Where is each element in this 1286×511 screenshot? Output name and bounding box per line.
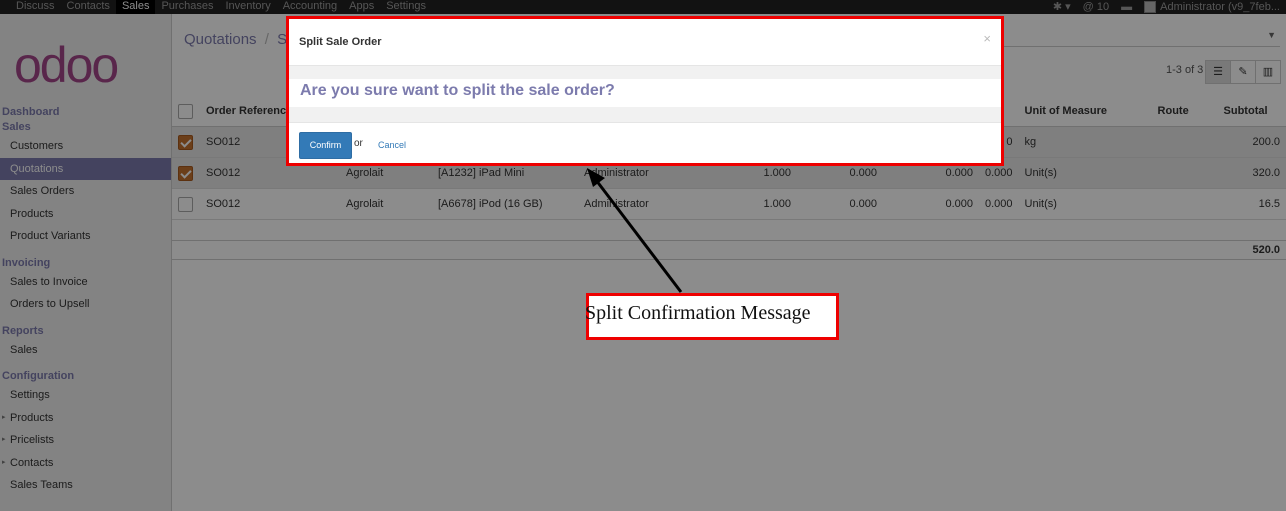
confirm-button[interactable]: Confirm [299, 132, 352, 159]
dialog-title: Split Sale Order [299, 36, 382, 48]
annotation-text: Split Confirmation Message [585, 302, 811, 324]
cancel-link[interactable]: Cancel [378, 140, 406, 150]
annotation-callout: Split Confirmation Message [585, 293, 839, 340]
close-icon[interactable]: × [983, 31, 991, 46]
or-text: or [354, 138, 363, 149]
split-sale-order-dialog: Split Sale Order × Are you sure want to … [286, 16, 1004, 166]
dialog-message: Are you sure want to split the sale orde… [300, 82, 615, 99]
dialog-message-area: Are you sure want to split the sale orde… [289, 79, 1001, 107]
